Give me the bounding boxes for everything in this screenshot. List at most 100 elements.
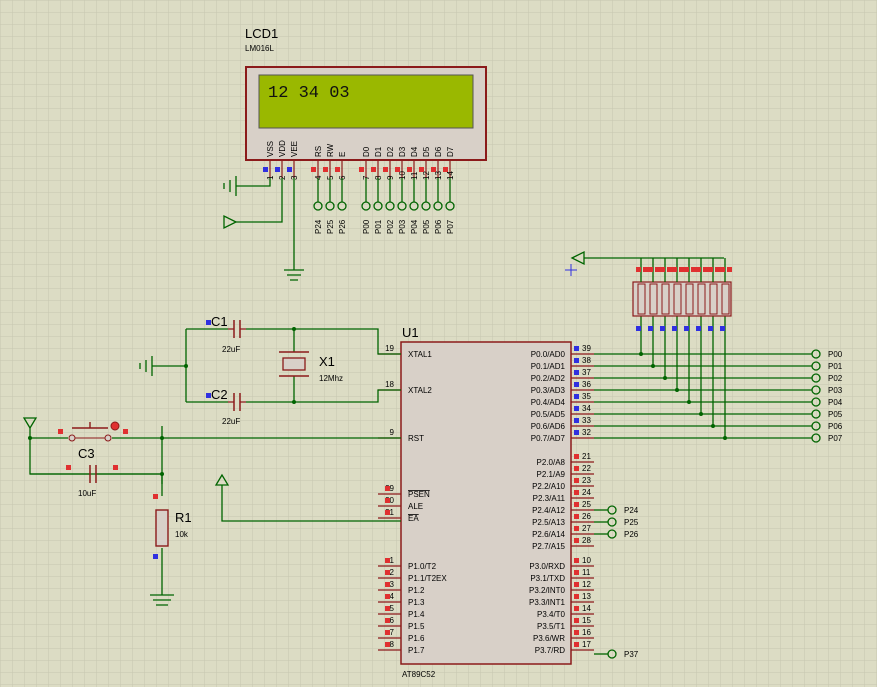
mcu-pin-number: 8 [390, 640, 395, 649]
port0-terminal-label: P05 [828, 410, 843, 419]
c3-value-label: 10uF [78, 489, 96, 498]
schematic-canvas[interactable]: LCD1 LM016L 12 34 03 VSS 1 VDD 2 VEE 3 RS 4 RW 5 E… [0, 0, 877, 687]
pin-marker-icon [263, 167, 268, 172]
pin-marker-icon [679, 267, 684, 272]
mcu-pin-number: 24 [582, 488, 591, 497]
pin-marker-icon [574, 466, 579, 471]
pin-marker-icon [696, 326, 701, 331]
pin-marker-icon [385, 558, 390, 563]
mcu-pin-number: 7 [390, 628, 395, 637]
lcd-pin-name: VSS [266, 141, 275, 157]
mcu-ref-label: U1 [402, 325, 419, 340]
mcu-pin-number: 1 [390, 556, 395, 565]
junction-dot [184, 364, 188, 368]
pin-marker-icon [419, 167, 424, 172]
mcu-pin-name: EA [408, 514, 419, 523]
mcu-pin-number: 14 [582, 604, 591, 613]
mcu-pin-name: P2.0/A8 [537, 458, 566, 467]
pin-marker-icon [660, 267, 665, 272]
pin-marker-icon [574, 430, 579, 435]
port0-terminal-label: P06 [828, 422, 843, 431]
pin-marker-icon [574, 558, 579, 563]
mcu-pin-number: 37 [582, 368, 591, 377]
mcu-pin-name: P3.4/T0 [537, 610, 566, 619]
pin-marker-icon [574, 594, 579, 599]
port0-terminal-label: P01 [828, 362, 843, 371]
mcu-pin-name: P3.2/INT0 [529, 586, 566, 595]
mcu-pin-number: 21 [582, 452, 591, 461]
c1-value-label: 22uF [222, 345, 240, 354]
mcu-pin-name: P1.1/T2EX [408, 574, 447, 583]
junction-dot [160, 436, 164, 440]
lcd-pin-name: D7 [446, 146, 455, 157]
pin-marker-icon [574, 346, 579, 351]
mcu-pin-name: P0.0/AD0 [531, 350, 566, 359]
mcu-pin-name: P3.1/TXD [530, 574, 565, 583]
pin-marker-icon [574, 606, 579, 611]
pin-marker-icon [574, 514, 579, 519]
mcu-pin-name: P2.3/A11 [533, 494, 566, 503]
pin-marker-icon [667, 267, 672, 272]
c1-ref-label: C1 [211, 314, 228, 329]
port2-terminal-label: P24 [624, 506, 639, 515]
junction-dot [639, 352, 643, 356]
rpack-element [637, 283, 646, 315]
pin-marker-icon [660, 326, 665, 331]
mcu-pin-name: P0.4/AD4 [531, 398, 566, 407]
mcu-pin-number: 18 [385, 380, 394, 389]
pin-marker-icon [385, 642, 390, 647]
pin-marker-icon [431, 167, 436, 172]
mcu-pin-number: 39 [582, 344, 591, 353]
pin-marker-icon [385, 618, 390, 623]
pin-marker-icon [385, 498, 390, 503]
pin-marker-icon [383, 167, 388, 172]
mcu-pin-name: P1.5 [408, 622, 425, 631]
pin-marker-icon [643, 267, 648, 272]
x1-ref-label: X1 [319, 354, 335, 369]
r1-value-label: 10k [175, 530, 189, 539]
r1-ref-label: R1 [175, 510, 192, 525]
mcu-chip[interactable]: U1 AT89C52 19XTAL118XTAL29RST29PSEN30ALE… [378, 325, 594, 679]
pin-marker-icon [708, 267, 713, 272]
mcu-pin-number: 12 [582, 580, 591, 589]
junction-dot [711, 424, 715, 428]
rpack-element [685, 283, 694, 315]
crystal-body [282, 357, 306, 371]
pin-marker-icon [720, 267, 725, 272]
lcd-pin-name: D5 [422, 146, 431, 157]
pin-marker-icon [385, 510, 390, 515]
lcd-pin-name: RW [326, 143, 335, 157]
lcd-data-terminal-label: P00 [362, 219, 371, 234]
port0-terminal-label: P00 [828, 350, 843, 359]
port0-terminal-label: P02 [828, 374, 843, 383]
lcd-pin-name: RS [314, 146, 323, 157]
pin-marker-icon [335, 167, 340, 172]
pin-marker-icon [672, 267, 677, 272]
mcu-pin-name: XTAL1 [408, 350, 432, 359]
mcu-pin-name: P1.3 [408, 598, 425, 607]
pin-marker-icon [696, 267, 701, 272]
pin-marker-icon [574, 538, 579, 543]
mcu-pin-number: 11 [582, 568, 591, 577]
mcu-pin-number: 16 [582, 628, 591, 637]
mcu-pin-name: P1.2 [408, 586, 425, 595]
mcu-pin-number: 26 [582, 512, 591, 521]
pin-marker-icon [371, 167, 376, 172]
mcu-pin-number: 3 [390, 580, 395, 589]
lcd-data-terminal-label: P03 [398, 219, 407, 234]
pin-marker-icon [385, 570, 390, 575]
mcu-pin-name: P0.2/AD2 [531, 374, 566, 383]
lcd-pin-name: D4 [410, 146, 419, 157]
mcu-pin-number: 27 [582, 524, 591, 533]
pin-marker-icon [407, 167, 412, 172]
mcu-pin-number: 10 [582, 556, 591, 565]
pin-marker-icon [311, 167, 316, 172]
junction-dot [292, 327, 296, 331]
mcu-pin-name: P3.3/INT1 [529, 598, 566, 607]
lcd-pin-name: VDD [278, 140, 287, 157]
port2-terminal-label: P26 [624, 530, 639, 539]
pin-marker-icon [574, 582, 579, 587]
mcu-pin-number: 36 [582, 380, 591, 389]
mcu-pin-number: 32 [582, 428, 591, 437]
pin-marker-icon [574, 406, 579, 411]
